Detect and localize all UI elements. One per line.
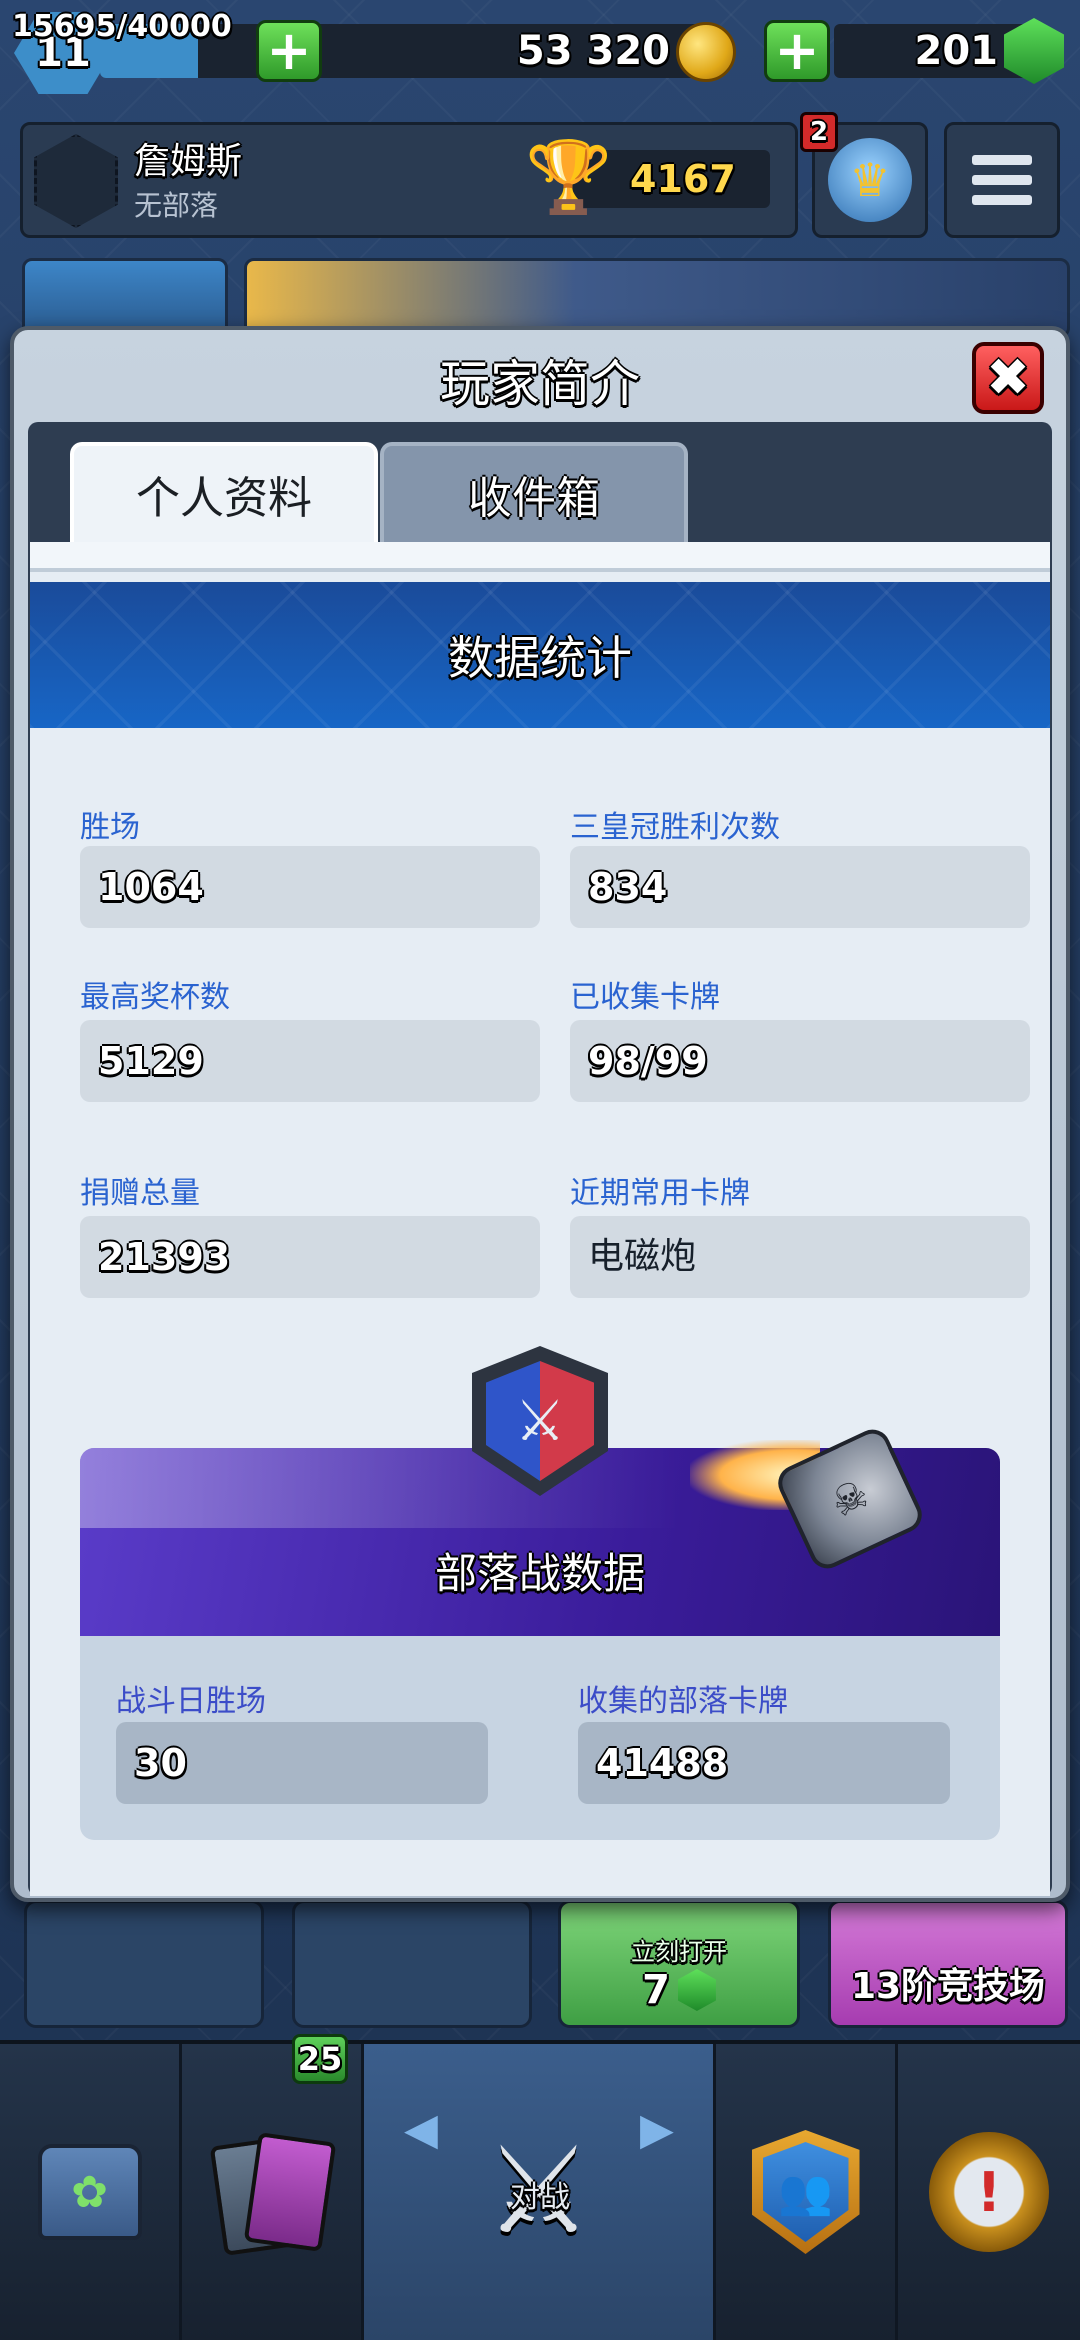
cards-count-badge: 25 [292,2034,348,2084]
modal-title: 玩家简介 [440,355,640,413]
panel-divider [30,542,1050,572]
battle-label: 对战 [510,2180,570,2215]
nav-clan[interactable]: 👥 [716,2044,898,2340]
close-button[interactable]: ✖ [972,342,1044,414]
open-cost: 7 [642,1967,716,2013]
menu-line [972,155,1032,165]
stat-label: 已收集卡牌 [570,980,720,1015]
player-clan: 无部落 [134,189,219,222]
clan-icon: 👥 [751,2130,860,2254]
clan-war-stat-label: 战斗日胜场 [116,1684,266,1719]
cards-icon [207,2127,337,2257]
trophy-icon: 🏆 [525,135,613,218]
shop-chest-icon: ✿ [37,2144,142,2240]
stat-value: 98/99 [570,1020,1030,1102]
gold-coin-icon [676,22,736,82]
nav-events[interactable]: ! [898,2044,1080,2340]
clan-war-stat-label: 收集的部落卡牌 [578,1684,788,1719]
events-icon: ! [929,2132,1049,2252]
stat-value: 5129 [80,1020,540,1102]
chest-slot-empty[interactable] [24,1900,264,2028]
stat-label: 捐赠总量 [80,1176,200,1211]
player-name: 詹姆斯 [134,141,243,182]
tab-label: 收件箱 [468,473,600,524]
notification-badge: 2 [800,112,838,152]
menu-line [972,175,1032,185]
gold-amount: 53 320 [516,28,670,74]
stat-value: 21393 [80,1216,540,1298]
tab-label: 个人资料 [136,473,312,524]
open-cost-value: 7 [642,1967,670,2013]
clan-war-stat-value: 30 [116,1722,488,1804]
menu-button[interactable] [944,122,1060,238]
buy-gold-button[interactable]: + [256,20,322,82]
nav-cards[interactable] [182,2044,364,2340]
chest-slot-empty[interactable] [292,1900,532,2028]
plus-icon: + [774,19,820,82]
tab-profile[interactable]: 个人资料 [70,442,378,542]
stat-value-favorite-card: 电磁炮 [570,1216,1030,1298]
stat-value: 834 [570,846,1030,928]
clan-war-stat-value: 41488 [578,1722,950,1804]
stat-label: 三皇冠胜利次数 [570,810,780,845]
arena-label: 13阶竞技场 [850,1966,1046,2007]
plus-icon: + [266,19,312,82]
buy-gems-button[interactable]: + [764,20,830,82]
menu-line [972,195,1032,205]
nav-right-arrow-icon: ▶ [640,2104,674,2155]
tab-inbox[interactable]: 收件箱 [380,442,688,542]
chest-slot-arena[interactable]: 13阶竞技场 [828,1900,1068,2028]
top-bar: 11 15695/40000 + 53 320 + 201 [0,0,1080,115]
stat-label: 近期常用卡牌 [570,1176,750,1211]
crown-icon: ♛ [828,138,912,222]
stat-value: 1064 [80,846,540,928]
open-now-label: 立刻打开 [631,1938,727,1966]
gem-icon [677,1969,716,2011]
stat-label: 胜场 [80,810,140,845]
trophy-count: 4167 [630,157,736,201]
xp-text: 15695/40000 [12,9,232,44]
chest-slot-open-now[interactable]: 立刻打开 7 [558,1900,800,2028]
nav-shop[interactable]: ✿ [0,2044,182,2340]
gems-amount: 201 [914,28,999,74]
clan-war-title: 部落战数据 [434,1549,645,1598]
stats-banner-title: 数据统计 [448,631,632,685]
close-icon: ✖ [986,348,1030,408]
stat-label: 最高奖杯数 [80,980,230,1015]
stats-banner: 数据统计 [30,582,1050,728]
nav-left-arrow-icon: ◀ [404,2104,438,2155]
